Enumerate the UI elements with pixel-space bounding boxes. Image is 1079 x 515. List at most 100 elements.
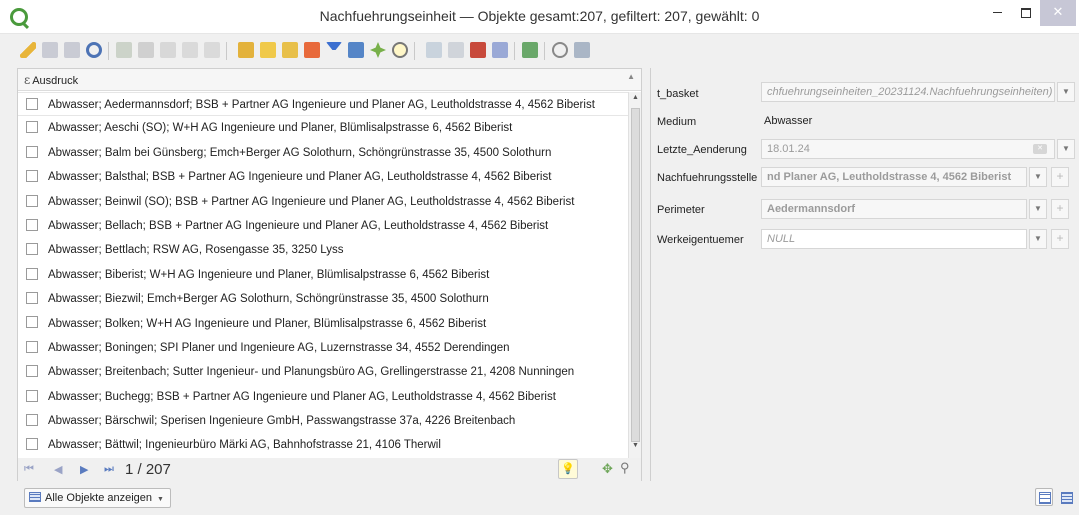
list-item-label: Abwasser; Bettlach; RSW AG, Rosengasse 3… [48,244,344,257]
list-item[interactable]: Abwasser; Balsthal; BSB + Partner AG Ing… [18,165,628,189]
row-checkbox[interactable] [26,121,38,134]
previous-feature-icon[interactable]: ◀ [54,463,62,476]
pan-icon[interactable] [370,42,386,58]
row-checkbox[interactable] [26,438,38,451]
highlight-lightbulb-icon[interactable]: 💡 [558,459,578,479]
list-item[interactable]: Abwasser; Aeschi (SO); W+H AG Ingenieure… [18,116,628,140]
maximize-button[interactable] [1010,0,1042,26]
nachfuehrungsstelle-combo[interactable]: nd Planer AG, Leutholdstrasse 4, 4562 Bi… [761,167,1027,187]
move-selection-top-icon[interactable] [348,42,364,58]
close-button[interactable]: ✕ [1040,0,1076,26]
list-scrollbar[interactable]: ▲ ▼ [628,92,641,458]
clear-date-icon[interactable]: ✕ [1033,144,1047,154]
pan-to-feature-icon[interactable]: ✥ [602,461,613,477]
title-bar: Nachfuehrungseinheit — Objekte gesamt:20… [0,0,1079,34]
list-item[interactable]: Abwasser; Balm bei Günsberg; Emch+Berger… [18,141,628,165]
row-checkbox[interactable] [26,365,38,378]
next-feature-icon[interactable]: ▶ [80,463,88,476]
list-item[interactable]: Abwasser; Biezwil; Emch+Berger AG Soloth… [18,287,628,311]
paste-icon[interactable] [204,42,220,58]
sort-arrow-icon[interactable]: ▲ [627,66,635,88]
reload-icon[interactable] [86,42,102,58]
field-calculator-icon[interactable] [470,42,486,58]
expression-header[interactable]: ε Ausdruck ▲ [18,69,641,91]
werkeigentuemer-combo[interactable]: NULL [761,229,1027,249]
list-item-label: Abwasser; Balm bei Günsberg; Emch+Berger… [48,146,552,159]
chevron-down-icon[interactable]: ▼ [1029,167,1047,187]
medium-field[interactable]: Abwasser [761,112,1075,132]
list-item-label: Abwasser; Bolken; W+H AG Ingenieure und … [48,317,487,330]
add-related-icon[interactable]: + [1051,229,1069,249]
list-item[interactable]: Abwasser; Breitenbach; Sutter Ingenieur-… [18,360,628,384]
save-all-icon[interactable] [64,42,80,58]
chevron-down-icon[interactable]: ▼ [1029,199,1047,219]
new-field-icon[interactable] [426,42,442,58]
first-feature-icon[interactable]: ⏮ [24,463,34,476]
table-view-button[interactable] [1057,488,1075,506]
attribute-form-panel: t_basket chfuehrungseinheiten_20231124.N… [650,68,1079,481]
list-item[interactable]: Abwasser; Bettlach; RSW AG, Rosengasse 3… [18,238,628,262]
show-all-features-dropdown[interactable]: Alle Objekte anzeigen ▼ [24,488,171,508]
cut-icon[interactable] [160,42,176,58]
list-item-label: Abwasser; Biezwil; Emch+Berger AG Soloth… [48,293,489,306]
add-related-icon[interactable]: + [1051,199,1069,219]
chevron-down-icon[interactable]: ▼ [1057,82,1075,102]
list-item[interactable]: Abwasser; Buchegg; BSB + Partner AG Inge… [18,385,628,409]
select-all-icon[interactable] [260,42,276,58]
actions-icon[interactable] [522,42,538,58]
expression-label: Ausdruck [32,75,79,87]
field-label-letzte-aenderung: Letzte_Aenderung [657,144,747,156]
deselect-icon[interactable] [304,42,320,58]
save-icon[interactable] [42,42,58,58]
add-related-icon[interactable]: + [1051,167,1069,187]
letzte-aenderung-date[interactable]: 18.01.24 [761,139,1055,159]
chevron-down-icon[interactable]: ▼ [1057,139,1075,159]
zoom-icon[interactable] [392,42,408,58]
row-checkbox[interactable] [26,292,38,305]
filter-icon[interactable] [326,42,342,58]
list-item[interactable]: Abwasser; Bolken; W+H AG Ingenieure und … [18,312,628,336]
navigation-bar: ⏮ ◀ ▶ ⏭ 1 / 207 💡 ✥ ⚲ [18,458,641,481]
toolbar-separator [514,42,515,60]
list-item[interactable]: Abwasser; Bellach; BSB + Partner AG Inge… [18,214,628,238]
chevron-down-icon[interactable]: ▼ [1029,229,1047,249]
add-feature-icon[interactable] [116,42,132,58]
delete-icon[interactable] [138,42,154,58]
conditional-format-icon[interactable] [492,42,508,58]
row-checkbox[interactable] [26,218,38,231]
list-item[interactable]: Abwasser; Beinwil (SO); BSB + Partner AG… [18,190,628,214]
perimeter-combo[interactable]: Aedermannsdorf [761,199,1027,219]
expression-select-icon[interactable] [238,42,254,58]
last-feature-icon[interactable]: ⏭ [104,463,114,476]
copy-icon[interactable] [182,42,198,58]
row-checkbox[interactable] [26,170,38,183]
t-basket-combo[interactable]: chfuehrungseinheiten_20231124.Nachfuehru… [761,82,1055,102]
list-item[interactable]: Abwasser; Boningen; SPI Planer und Ingen… [18,336,628,360]
dock-icon[interactable] [552,42,568,58]
row-checkbox[interactable] [26,97,38,110]
row-checkbox[interactable] [26,414,38,427]
dock-toggle-icon[interactable] [574,42,590,58]
row-checkbox[interactable] [26,389,38,402]
toolbar-separator [226,42,227,60]
delete-field-icon[interactable] [448,42,464,58]
form-view-button[interactable] [1035,488,1053,506]
row-checkbox[interactable] [26,340,38,353]
scroll-up-icon[interactable]: ▲ [629,94,642,108]
list-item[interactable]: Abwasser; Bärschwil; Sperisen Ingenieure… [18,409,628,433]
row-checkbox[interactable] [26,316,38,329]
list-item[interactable]: Abwasser; Aedermannsdorf; BSB + Partner … [18,92,628,117]
scrollbar-thumb[interactable] [631,108,640,442]
row-checkbox[interactable] [26,243,38,256]
zoom-to-feature-icon[interactable]: ⚲ [620,460,630,476]
invert-selection-icon[interactable] [282,42,298,58]
row-checkbox[interactable] [26,267,38,280]
list-item-label: Abwasser; Bellach; BSB + Partner AG Inge… [48,219,549,232]
minimize-button[interactable] [981,0,1013,26]
row-checkbox[interactable] [26,145,38,158]
row-checkbox[interactable] [26,194,38,207]
list-item[interactable]: Abwasser; Biberist; W+H AG Ingenieure un… [18,263,628,287]
pencil-icon[interactable] [20,42,36,58]
list-item[interactable]: Abwasser; Bättwil; Ingenieurbüro Märki A… [18,433,628,457]
scroll-down-icon[interactable]: ▼ [629,442,642,456]
